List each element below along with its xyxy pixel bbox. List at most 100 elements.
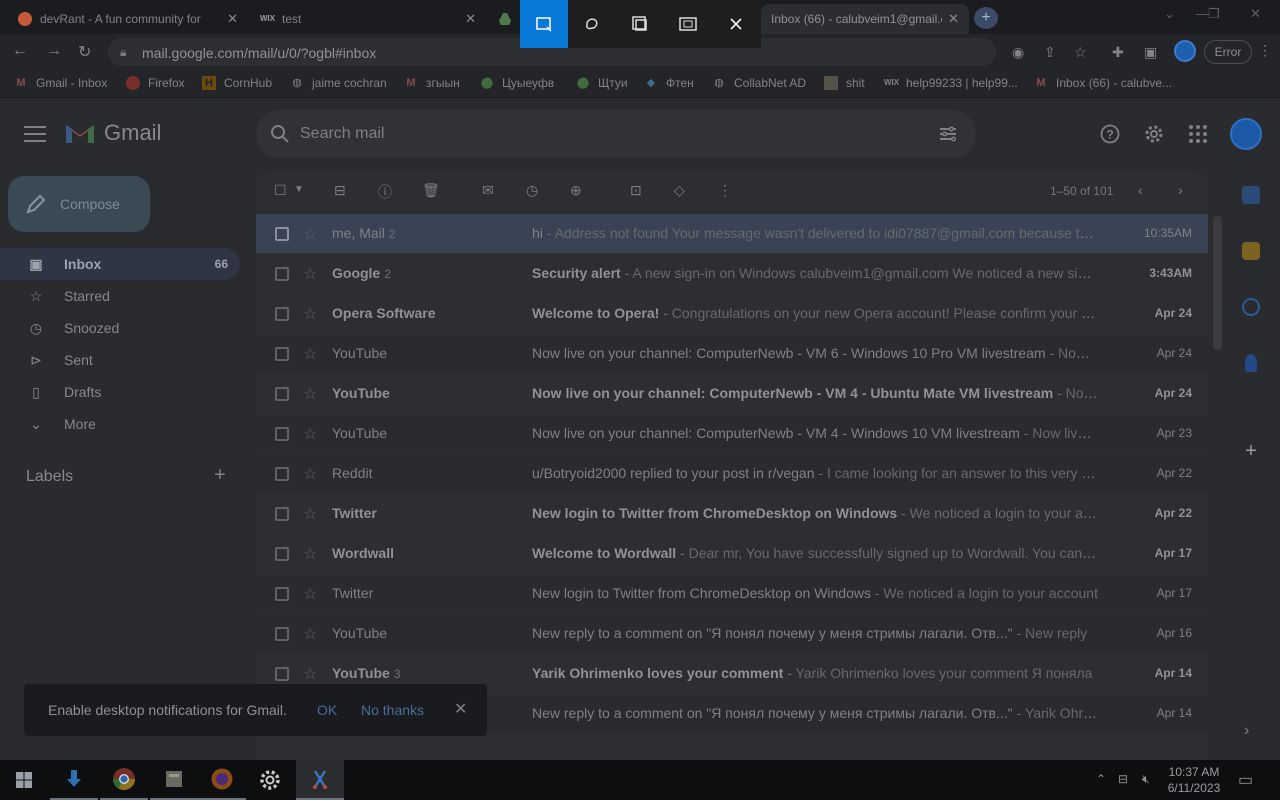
move-to-icon[interactable]: ⊡ (630, 182, 642, 199)
star-icon[interactable]: ☆ (303, 504, 317, 524)
add-task-icon[interactable]: ⊕ (570, 182, 582, 199)
email-row[interactable]: ☆ YouTube New reply to a comment on "Я п… (256, 614, 1208, 654)
bookmark-shtui[interactable]: ⬤ Щтуи (576, 76, 628, 90)
rectangle-snip-button[interactable] (520, 0, 568, 48)
taskbar-firefox[interactable] (198, 760, 246, 800)
window-snip-button[interactable] (616, 0, 664, 48)
next-page-icon[interactable]: › (1178, 182, 1183, 198)
taskbar-chrome[interactable] (100, 760, 148, 800)
search-options-icon[interactable] (938, 124, 958, 144)
system-clock[interactable]: 10:37 AM 6/11/2023 (1164, 764, 1224, 796)
sidebar-item-drafts[interactable]: ▯ Drafts (0, 376, 240, 408)
star-icon[interactable]: ☆ (303, 304, 317, 324)
taskbar-download-app[interactable] (50, 760, 98, 800)
notification-center-icon[interactable]: ▭ (1238, 770, 1253, 790)
search-bar[interactable]: Search mail (256, 110, 976, 158)
bookmark-zgyyn[interactable]: M згыын (404, 76, 459, 90)
close-icon[interactable]: ✕ (227, 11, 238, 27)
bookmark-tsuyeufv[interactable]: ⬤ Цуыеуфв (480, 76, 554, 90)
back-arrow-icon[interactable]: ← (12, 42, 28, 60)
close-icon[interactable]: ✕ (948, 11, 959, 27)
email-row[interactable]: ☆ YouTube Now live on your channel: Comp… (256, 414, 1208, 454)
previous-page-icon[interactable]: ‹ (1138, 182, 1143, 198)
star-icon[interactable]: ☆ (303, 224, 317, 244)
bookmark-shit[interactable]: shit (824, 76, 865, 90)
snooze-icon[interactable]: ◷ (526, 182, 538, 199)
bookmark-inbox[interactable]: M Inbox (66) - calubve... (1034, 76, 1172, 90)
email-row[interactable]: ☆ me, Mail 2 hi - Address not found Your … (256, 214, 1208, 254)
bookmark-firefox[interactable]: Firefox (126, 76, 185, 90)
label-icon[interactable]: ◇ (674, 182, 685, 199)
sidebar-item-more[interactable]: ⌄ More (0, 408, 240, 440)
network-icon[interactable]: ⊟ (1118, 772, 1128, 786)
keep-icon[interactable] (1242, 242, 1260, 260)
star-icon[interactable]: ☆ (303, 424, 317, 444)
sidebar-item-inbox[interactable]: ▣ Inbox 66 (0, 248, 240, 280)
profile-avatar[interactable] (1174, 40, 1196, 62)
toast-ok-button[interactable]: OK (317, 702, 337, 718)
volume-muted-icon[interactable]: 🔇︎ (1142, 772, 1150, 787)
chevron-right-icon[interactable]: › (1244, 722, 1249, 740)
settings-gear-icon[interactable] (1144, 124, 1164, 144)
email-row[interactable]: ☆ YouTube Now live on your channel: Comp… (256, 374, 1208, 414)
help-icon[interactable]: ? (1100, 124, 1120, 144)
star-icon[interactable]: ☆ (303, 464, 317, 484)
email-row[interactable]: ☆ Opera Software Welcome to Opera! - Con… (256, 294, 1208, 334)
star-icon[interactable]: ☆ (303, 664, 317, 684)
close-icon[interactable]: ✕ (465, 11, 476, 27)
row-checkbox[interactable] (275, 387, 289, 401)
eye-icon[interactable]: ◉ (1012, 44, 1024, 61)
email-row[interactable]: ☆ Twitter New login to Twitter from Chro… (256, 494, 1208, 534)
search-input[interactable]: Search mail (300, 125, 384, 143)
browser-tab-devrant[interactable]: devRant - A fun community for ✕ (8, 4, 248, 34)
browser-tab-inbox[interactable]: Inbox (66) - calubveim1@gmail.c ✕ (761, 4, 969, 34)
sidebar-item-sent[interactable]: ⊳ Sent (0, 344, 240, 376)
taskbar-settings[interactable] (246, 760, 294, 800)
email-row[interactable]: ☆ Google 2 Security alert - A new sign-in… (256, 254, 1208, 294)
close-window-icon[interactable]: ✕ (1250, 6, 1261, 22)
contacts-icon[interactable] (1245, 354, 1257, 372)
main-menu-icon[interactable] (24, 126, 46, 144)
star-icon[interactable]: ☆ (303, 584, 317, 604)
row-checkbox[interactable] (275, 267, 289, 281)
row-checkbox[interactable] (275, 347, 289, 361)
compose-button[interactable]: Compose (8, 176, 150, 232)
email-row[interactable]: ☆ Wordwall Welcome to Wordwall - Dear mr… (256, 534, 1208, 574)
email-row[interactable]: ☆ Reddit u/Botryoid2000 replied to your … (256, 454, 1208, 494)
apps-grid-icon[interactable] (1188, 124, 1208, 144)
fullscreen-snip-button[interactable] (664, 0, 712, 48)
freeform-snip-button[interactable] (568, 0, 616, 48)
select-all-checkbox[interactable]: ☐ (274, 182, 287, 199)
more-vert-icon[interactable]: ⋮ (1258, 42, 1272, 59)
row-checkbox[interactable] (275, 627, 289, 641)
browser-tab-test[interactable]: WIX test ✕ (250, 4, 486, 34)
tray-chevron-up-icon[interactable]: ⌃ (1096, 772, 1106, 786)
browser-tab-drive[interactable] (488, 4, 520, 34)
tasks-icon[interactable] (1242, 298, 1260, 316)
row-checkbox[interactable] (275, 307, 289, 321)
start-button[interactable] (0, 760, 48, 800)
side-panel-icon[interactable]: ▣ (1144, 44, 1157, 61)
bookmark-star-icon[interactable]: ☆ (1074, 44, 1087, 61)
row-checkbox[interactable] (275, 227, 289, 241)
select-dropdown-icon[interactable]: ▼ (294, 184, 304, 195)
delete-icon[interactable]: 🗑︎ (422, 182, 440, 199)
bookmark-gmail-inbox[interactable]: M Gmail - Inbox (14, 76, 107, 90)
scrollbar-thumb[interactable] (1213, 216, 1222, 350)
taskbar-snipping-tool[interactable] (296, 760, 344, 800)
sidebar-item-snoozed[interactable]: ◷ Snoozed (0, 312, 240, 344)
chevron-down-icon[interactable]: ⌄ (1164, 6, 1175, 22)
restore-icon[interactable]: ❐ (1208, 6, 1220, 22)
toast-no-thanks-button[interactable]: No thanks (361, 702, 424, 718)
star-icon[interactable]: ☆ (303, 544, 317, 564)
star-icon[interactable]: ☆ (303, 344, 317, 364)
get-addons-icon[interactable]: + (1242, 441, 1260, 461)
report-spam-icon[interactable]: ⓘ (378, 182, 392, 202)
row-checkbox[interactable] (275, 587, 289, 601)
close-snip-button[interactable] (712, 0, 760, 48)
mark-as-read-icon[interactable]: ✉︎ (482, 182, 494, 199)
taskbar-archive-app[interactable] (150, 760, 198, 800)
account-avatar[interactable] (1230, 118, 1262, 150)
close-icon[interactable]: ✕ (454, 699, 467, 719)
sidebar-item-starred[interactable]: ☆ Starred (0, 280, 240, 312)
